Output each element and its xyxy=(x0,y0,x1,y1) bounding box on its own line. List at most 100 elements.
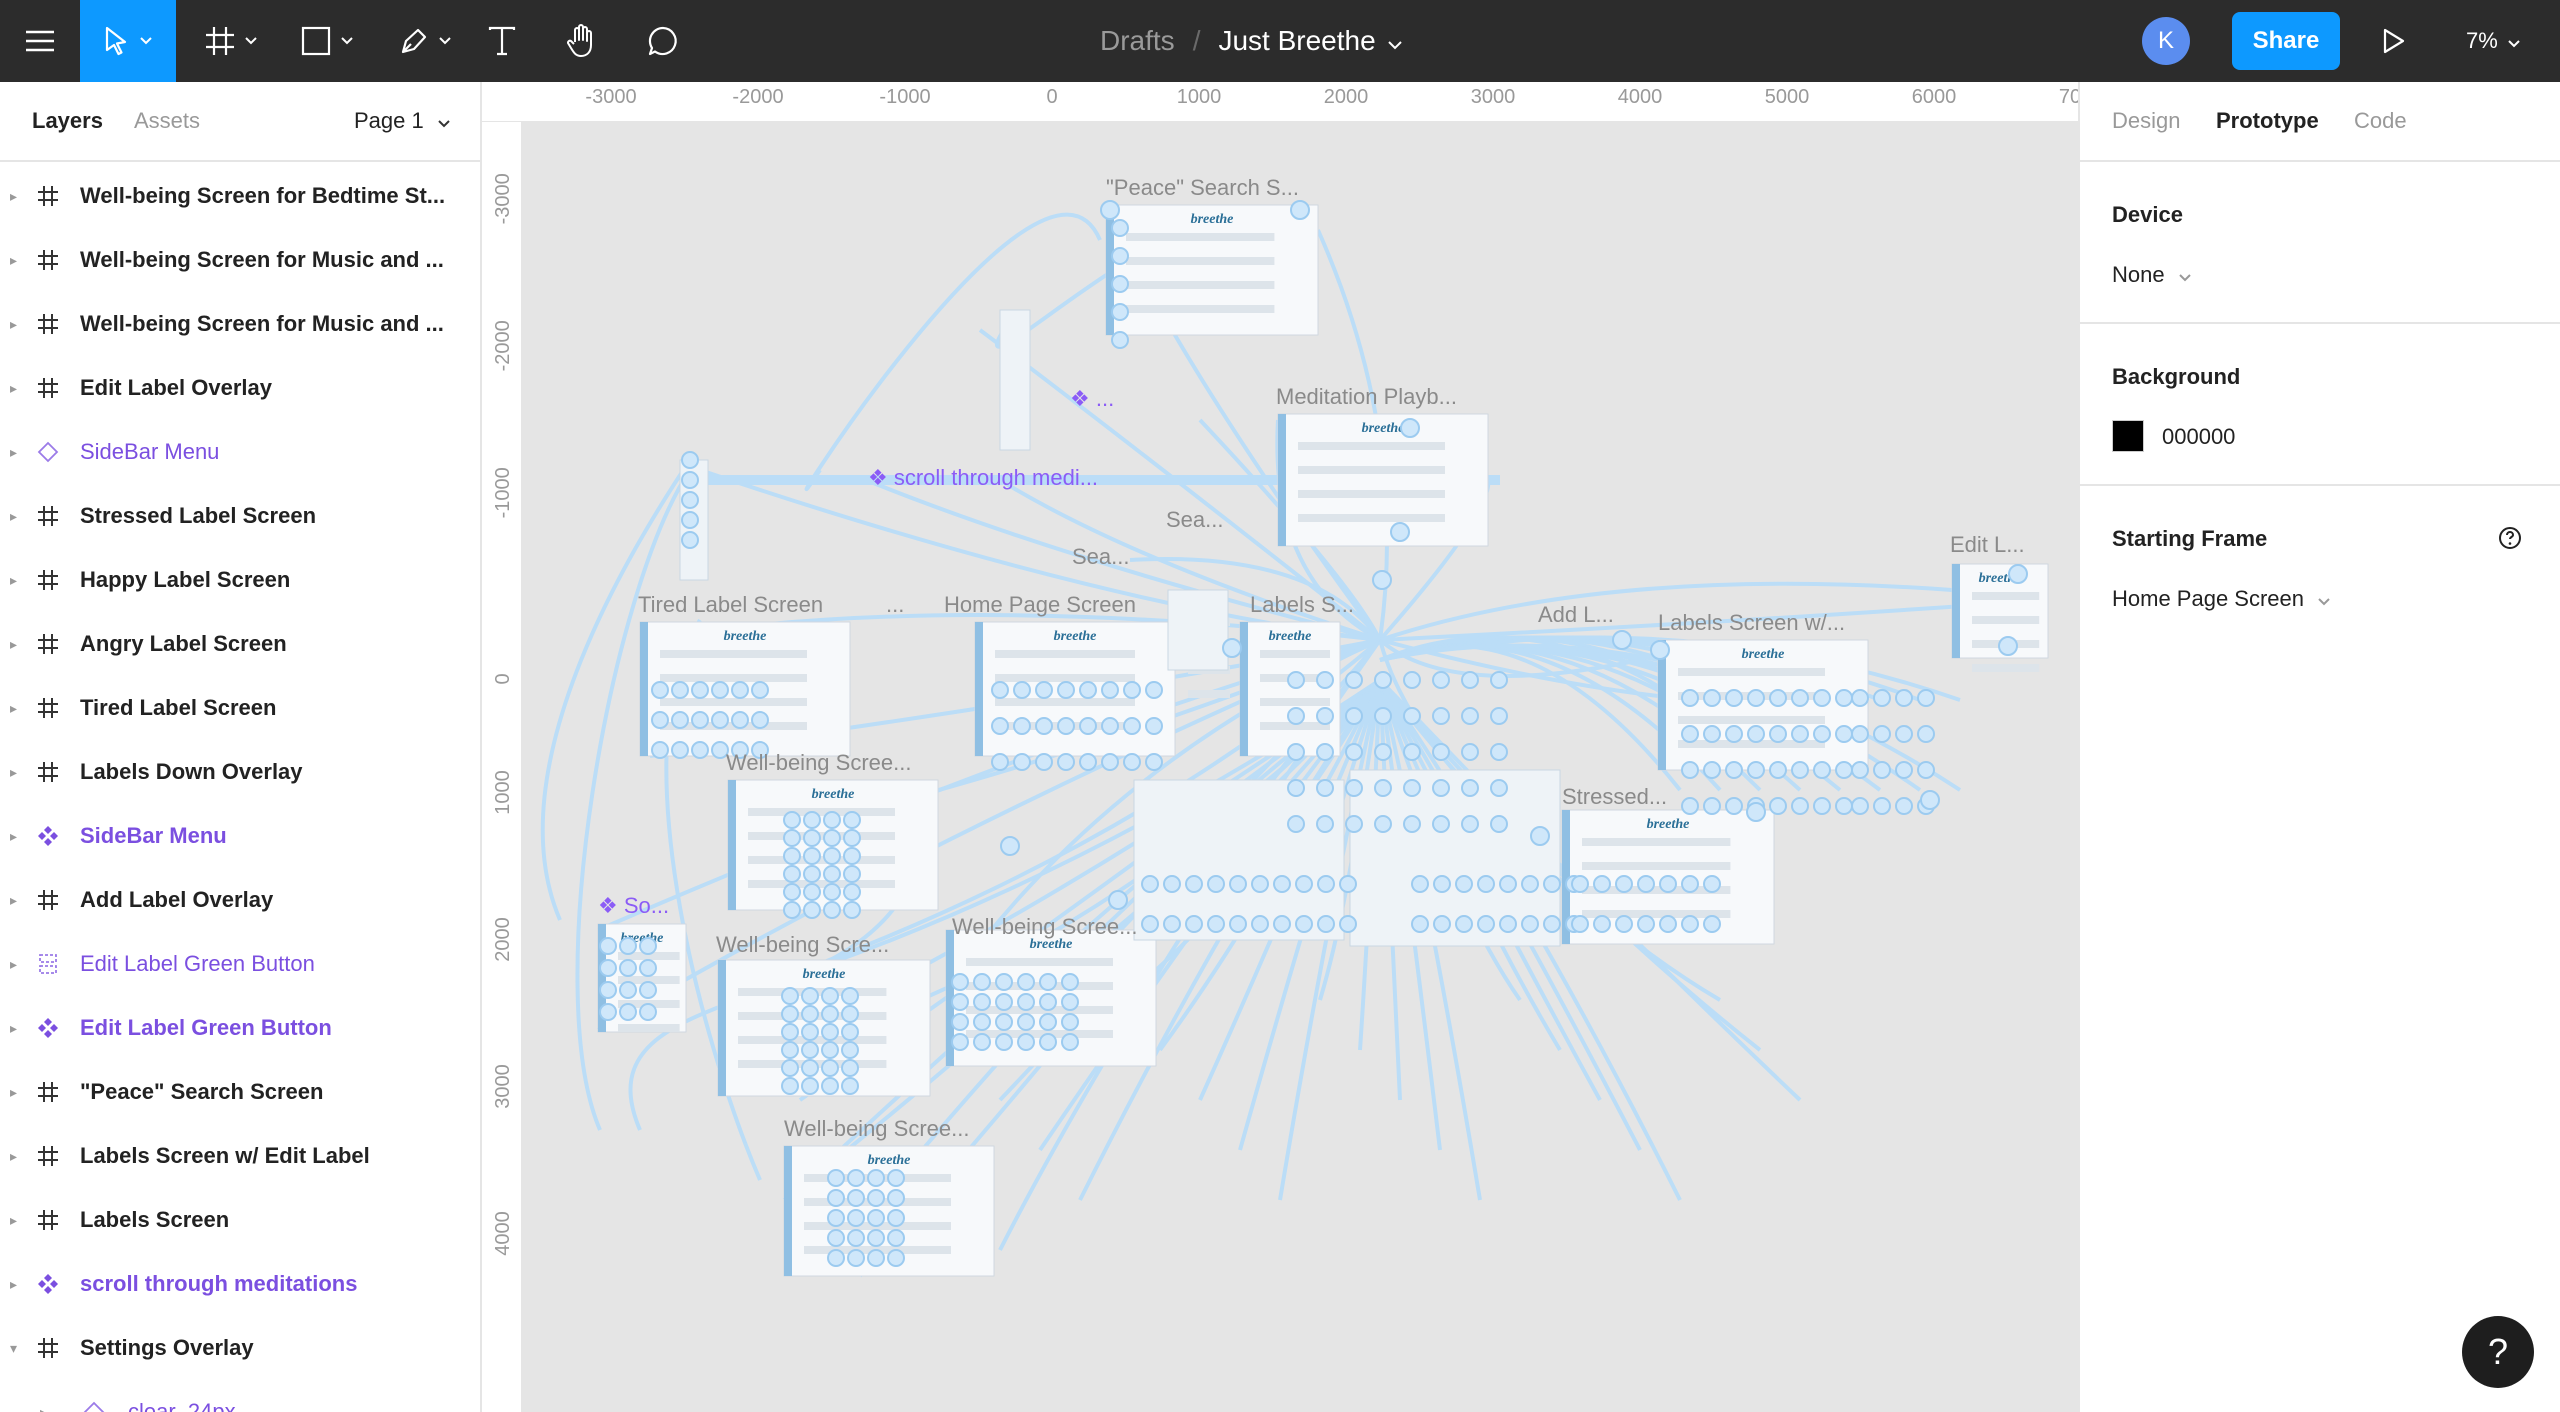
hotspot-dot xyxy=(1185,875,1203,893)
frame-title[interactable]: Tired Label Screen xyxy=(638,592,823,618)
move-tool-button[interactable] xyxy=(80,0,176,82)
layer-row[interactable]: ▸ SideBar Menu xyxy=(0,420,480,484)
caret-right-icon[interactable]: ▸ xyxy=(10,636,17,653)
layer-row[interactable]: ▸ Tired Label Screen xyxy=(0,676,480,740)
starting-frame-select[interactable]: Home Page Screen xyxy=(2112,586,2330,612)
hotspot-dot xyxy=(681,471,699,489)
layer-row[interactable]: ▸ SideBar Menu xyxy=(0,804,480,868)
frame-title[interactable]: Well-being Scree... xyxy=(726,750,911,776)
chevron-down-icon[interactable] xyxy=(1387,25,1402,57)
component-title[interactable]: ❖ ... xyxy=(1070,386,1114,412)
tab-assets[interactable]: Assets xyxy=(134,108,200,134)
frame-title[interactable]: Stressed... xyxy=(1562,784,1667,810)
layer-row[interactable]: ▸ "Peace" Search Screen xyxy=(0,1060,480,1124)
caret-right-icon[interactable]: ▸ xyxy=(10,1148,17,1165)
text-tool-icon[interactable] xyxy=(478,0,526,82)
frame-title[interactable]: Sea... xyxy=(1166,507,1223,533)
layer-row[interactable]: ▸ clear_24px xyxy=(0,1380,480,1412)
caret-right-icon[interactable]: ▸ xyxy=(10,1084,17,1101)
layer-row[interactable]: ▸ Angry Label Screen xyxy=(0,612,480,676)
frame-title[interactable]: Well-being Scre... xyxy=(716,932,889,958)
pen-tool-button[interactable] xyxy=(388,0,462,82)
layer-row[interactable]: ▸ scroll through meditations xyxy=(0,1252,480,1316)
hotspot-dot xyxy=(1207,915,1225,933)
frame-title[interactable]: Meditation Playb... xyxy=(1276,384,1457,410)
help-button[interactable]: ? xyxy=(2462,1316,2534,1388)
hand-tool-icon[interactable] xyxy=(558,0,608,82)
share-button[interactable]: Share xyxy=(2232,12,2340,70)
caret-right-icon[interactable]: ▸ xyxy=(10,1020,17,1037)
frame-title[interactable]: "Peace" Search S... xyxy=(1106,175,1299,201)
caret-down-icon[interactable]: ▾ xyxy=(10,1340,17,1357)
caret-right-icon[interactable]: ▸ xyxy=(10,380,17,397)
hotspot-dot xyxy=(1920,790,1940,810)
layer-row[interactable]: ▸ Labels Screen w/ Edit Label xyxy=(0,1124,480,1188)
caret-right-icon[interactable]: ▸ xyxy=(10,892,17,909)
present-icon[interactable] xyxy=(2372,0,2416,82)
caret-right-icon[interactable]: ▸ xyxy=(40,1404,47,1412)
layer-row[interactable]: ▸ Labels Screen xyxy=(0,1188,480,1252)
tab-layers[interactable]: Layers xyxy=(32,108,103,134)
hotspot-dot xyxy=(1035,717,1053,735)
caret-right-icon[interactable]: ▸ xyxy=(10,508,17,525)
layer-row[interactable]: ▸ Happy Label Screen xyxy=(0,548,480,612)
caret-right-icon[interactable]: ▸ xyxy=(10,700,17,717)
layer-row[interactable]: ▸ Well-being Screen for Music and ... xyxy=(0,228,480,292)
frame-content-row xyxy=(660,674,807,682)
caret-right-icon[interactable]: ▸ xyxy=(10,316,17,333)
frame-title[interactable]: Edit L... xyxy=(1950,532,2025,558)
caret-right-icon[interactable]: ▸ xyxy=(10,764,17,781)
page-selector[interactable]: Page 1 xyxy=(354,108,450,134)
user-avatar[interactable]: K xyxy=(2142,17,2190,65)
frame-brand-text: breethe xyxy=(1647,817,1690,832)
layer-row[interactable]: ▸ Add Label Overlay xyxy=(0,868,480,932)
hotspot-dot xyxy=(1251,875,1269,893)
main-menu-icon[interactable] xyxy=(0,0,80,82)
background-color-swatch[interactable] xyxy=(2112,420,2144,452)
layer-row[interactable]: ▸ Well-being Screen for Bedtime St... xyxy=(0,164,480,228)
tab-prototype[interactable]: Prototype xyxy=(2216,108,2319,134)
caret-right-icon[interactable]: ▸ xyxy=(10,572,17,589)
layer-row[interactable]: ▸ Labels Down Overlay xyxy=(0,740,480,804)
zoom-menu[interactable]: 7% xyxy=(2466,0,2520,82)
prototype-canvas[interactable]: breethe breethe breethe breethe breethe breet… xyxy=(522,122,2078,1412)
layer-name: scroll through meditations xyxy=(80,1271,358,1296)
caret-right-icon[interactable]: ▸ xyxy=(10,444,17,461)
comment-tool-icon[interactable] xyxy=(638,0,688,82)
tab-design[interactable]: Design xyxy=(2112,108,2180,134)
shape-tool-button[interactable] xyxy=(290,0,364,82)
tab-code[interactable]: Code xyxy=(2354,108,2407,134)
caret-right-icon[interactable]: ▸ xyxy=(10,956,17,973)
frame-title[interactable]: Labels Screen w/... xyxy=(1658,610,1845,636)
layer-row[interactable]: ▸ Stressed Label Screen xyxy=(0,484,480,548)
file-name[interactable]: Just Breethe xyxy=(1218,25,1375,57)
component-title[interactable]: ❖ So... xyxy=(598,893,669,919)
frame-title[interactable]: Add L... xyxy=(1538,602,1614,628)
layer-row[interactable]: ▸ Edit Label Green Button xyxy=(0,996,480,1060)
caret-right-icon[interactable]: ▸ xyxy=(10,1212,17,1229)
caret-right-icon[interactable]: ▸ xyxy=(10,828,17,845)
hotspot-dot xyxy=(991,717,1009,735)
caret-right-icon[interactable]: ▸ xyxy=(10,252,17,269)
component-title[interactable]: ❖ scroll through medi... xyxy=(868,465,1098,491)
layer-row[interactable]: ▸ Edit Label Overlay xyxy=(0,356,480,420)
background-hex-input[interactable]: 000000 xyxy=(2162,424,2235,450)
layer-row[interactable]: ▾ Settings Overlay xyxy=(0,1316,480,1380)
frame-title[interactable]: Well-being Scree... xyxy=(784,1116,969,1142)
frame-title-text: So... xyxy=(623,893,670,918)
frame-title[interactable]: ... xyxy=(886,592,904,618)
frame-title[interactable]: Home Page Screen xyxy=(944,592,1136,618)
frame-title[interactable]: Labels S... xyxy=(1250,592,1354,618)
hotspot-dot xyxy=(681,531,699,549)
frame-tool-button[interactable] xyxy=(194,0,268,82)
layer-row[interactable]: ▸ Well-being Screen for Music and ... xyxy=(0,292,480,356)
caret-right-icon[interactable]: ▸ xyxy=(10,188,17,205)
breadcrumb-drafts[interactable]: Drafts xyxy=(1100,25,1175,57)
layer-row[interactable]: ▸ Edit Label Green Button xyxy=(0,932,480,996)
device-select[interactable]: None xyxy=(2112,262,2191,288)
frame-title[interactable]: Sea... xyxy=(1072,544,1129,570)
help-circle-icon[interactable] xyxy=(2498,526,2522,555)
frame-title[interactable]: Well-being Scree... xyxy=(952,914,1137,940)
caret-right-icon[interactable]: ▸ xyxy=(10,1276,17,1293)
hotspot-dot xyxy=(1477,915,1495,933)
